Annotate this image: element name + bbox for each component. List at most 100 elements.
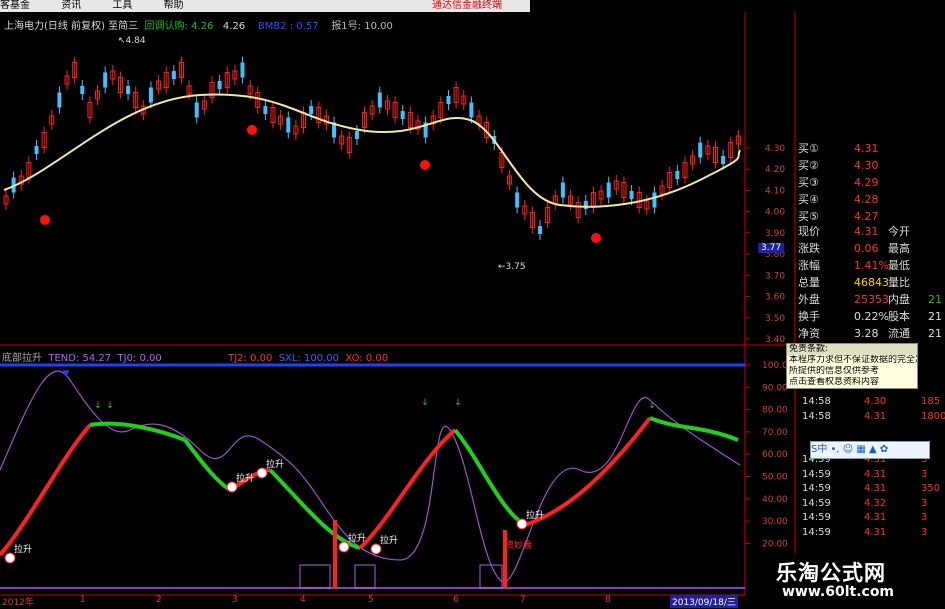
xo-value: XO: 0.00 [345, 353, 389, 364]
indicator-green-segment [453, 428, 527, 527]
price-tick-label: 4.20 [765, 165, 785, 175]
tick-row: 14:59 4.31 3 [796, 511, 945, 526]
indicator-tick-label: 60.00 [762, 450, 788, 460]
quote-row: 净资 3.28 流通 21 [796, 325, 945, 342]
quote-label2: 流通 [888, 327, 910, 340]
rebound-label: 回调认购: [144, 21, 188, 32]
indicator-tick-label: 80.00 [762, 406, 788, 416]
candle-body [446, 96, 451, 104]
quote-value: 4.31 [854, 225, 879, 238]
tj2-value: TJ2: 0.00 [228, 353, 273, 364]
ime-toolbar[interactable]: S中 •, ☺ ▦ ▲ ✿ [810, 441, 930, 459]
quote-label: 现价 [798, 225, 820, 238]
tick-price: 4.31 [864, 410, 887, 422]
tick-row: 14:59 4.31 350 [796, 482, 945, 497]
indicator-tick-label: 70.00 [762, 428, 788, 438]
quote-label: 涨跌 [798, 242, 820, 255]
quote-panel: 现价 4.31 今开 涨跌 0.06 最高 涨幅 1.41% 最低 总量 46843 量比 外盘… [796, 223, 945, 342]
disclaimer-line[interactable]: 点击查看权息资料内容 [787, 377, 917, 388]
order-row[interactable]: 买④ 4.28 [796, 191, 945, 208]
candle-body [126, 86, 131, 94]
price-tick-label: 3.50 [765, 314, 785, 324]
indicator-tick-label: 40.00 [762, 495, 788, 505]
menu-item-tools[interactable]: 工具 [112, 0, 132, 11]
stock-title: 上海电力(日线 前复权) 至简三 [4, 21, 139, 32]
signal-label: 拉升 [236, 472, 254, 484]
quote-label2: 量比 [888, 276, 910, 289]
tick-row: 14:59 4.31 3 [796, 526, 945, 541]
order-row[interactable]: 买② 4.30 [796, 157, 945, 174]
quote-label: 净资 [798, 327, 820, 340]
main-chart-title: 上海电力(日线 前复权) 至简三 回调认购: 4.26 4.26 BMB2 : … [4, 17, 393, 32]
tick-volume: 3 [921, 497, 928, 509]
candle-body [400, 111, 405, 119]
tick-volume: 350 [921, 483, 941, 494]
quote-row: 总量 46843 量比 [796, 274, 945, 291]
indicator-tick-label: 20.00 [762, 539, 788, 549]
indicator-red-segment [358, 428, 457, 550]
indicator-tick-label: 30.00 [762, 517, 788, 527]
quote-label: 总量 [798, 276, 820, 289]
quote-value: 0.22% [854, 310, 889, 323]
signal-label: 拉升 [348, 532, 366, 544]
top-signal-icon: ▼ [63, 369, 70, 379]
x-month-3: 3 [232, 595, 238, 605]
tick-volume: 1800 [921, 410, 945, 422]
indicator-tick-label: 50.00 [762, 473, 788, 483]
price-tick-label: 4.00 [765, 208, 785, 218]
watermark-title: 乐淘公式网 [776, 561, 886, 585]
tick-price: 4.31 [864, 512, 887, 523]
quote-label2: 最高 [888, 242, 910, 255]
menu-ad-text[interactable]: 通达信金融终端 [432, 0, 502, 12]
x-month-8: 8 [605, 595, 611, 605]
high-annotation: ↖4.84 [118, 36, 146, 46]
tick-volume: 3 [921, 526, 928, 538]
bottom-bar [503, 530, 507, 588]
x-month-2: 2 [156, 595, 162, 605]
tick-price: 4.31 [864, 483, 887, 494]
order-price: 4.28 [854, 193, 879, 206]
menu-item-help[interactable]: 帮助 [164, 0, 184, 11]
candle-body [606, 182, 611, 198]
tick-row: 14:59 4.31 3 [796, 468, 945, 483]
order-row[interactable]: 买③ 4.29 [796, 174, 945, 191]
x-current-date: 2013/09/18/三 [670, 595, 738, 608]
tick-row: 14:59 4.32 3 [796, 497, 945, 512]
signal-arrow-icon: ↓ [421, 398, 429, 408]
signal-dot [40, 215, 50, 225]
price-tick-label: 3.90 [765, 229, 785, 239]
tick-price: 4.32 [864, 497, 887, 509]
tick-volume: 185 [921, 396, 941, 407]
candle-body [194, 102, 199, 118]
indicator-green-segment [649, 416, 739, 442]
menu-item-fund[interactable]: 客基金 [0, 0, 30, 11]
order-price: 4.31 [854, 142, 879, 155]
price-tick-label: 3.40 [765, 335, 785, 345]
quote-label: 换手 [798, 310, 820, 323]
candle-body [263, 106, 268, 114]
disclaimer-tooltip[interactable]: 免责条款: 本程序力求但不保证数据的完全准 所提供的信息仅供参考 点击查看权息资… [786, 343, 918, 389]
signal-arrow-icon: ↓ [454, 398, 462, 408]
tick-time: 14:59 [802, 512, 831, 523]
signal-dot [420, 160, 430, 170]
tick-price: 4.30 [864, 396, 887, 407]
order-row[interactable]: 买① 4.31 [796, 140, 945, 157]
disclaimer-line: 所提供的信息仅供参考 [789, 366, 880, 376]
sxl-value: SXL: 100.00 [278, 353, 340, 364]
bottom-bar [479, 564, 503, 589]
tick-row: 14:58 4.31 1800 [796, 410, 945, 425]
disclaimer-title: 免责条款: [787, 344, 917, 355]
bottom-bar [354, 564, 376, 589]
quote-value2: 21 [928, 293, 942, 306]
quote-value: 25353 [854, 293, 889, 306]
indicator-green-segment [183, 438, 232, 492]
x-axis: 2012年 1 2 3 4 5 6 7 8 [0, 595, 745, 609]
bmb2-text: BMB2 : 0.57 [257, 21, 319, 32]
candle-body [309, 106, 314, 114]
candle-body [652, 192, 657, 208]
tend-value: TEND: 54.27 [48, 353, 112, 364]
indicator-green-segment [89, 421, 186, 442]
signal-label: 拉升 [526, 509, 544, 521]
menu-item-news[interactable]: 资讯 [61, 0, 81, 11]
tick-time: 14:59 [802, 526, 831, 538]
